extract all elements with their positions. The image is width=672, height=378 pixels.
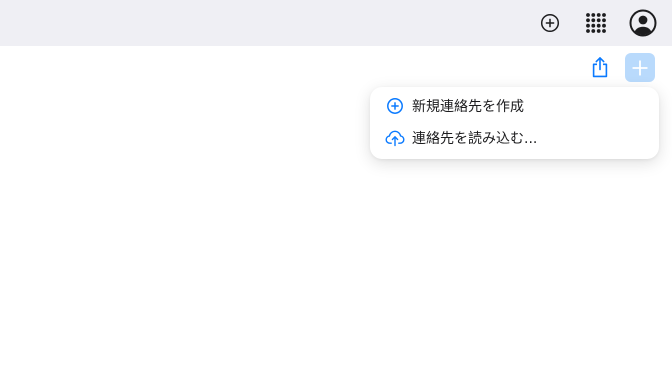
add-contact-button[interactable]: [625, 53, 655, 82]
add-menu-popover: 新規連絡先を作成 連絡先を読み込む...: [370, 87, 659, 159]
share-button[interactable]: [586, 53, 614, 81]
cloud-upload-icon: [385, 128, 405, 148]
top-toolbar: [0, 0, 672, 46]
menu-item-import-contacts[interactable]: 連絡先を読み込む...: [370, 122, 659, 154]
menu-item-label: 連絡先を読み込む...: [412, 131, 538, 147]
account-icon[interactable]: [627, 7, 659, 39]
share-icon: [592, 57, 608, 78]
plus-icon: [632, 59, 648, 76]
add-circle-icon[interactable]: [534, 7, 566, 39]
apps-grid-icon[interactable]: [580, 7, 612, 39]
add-circle-icon: [385, 96, 405, 116]
menu-item-new-contact[interactable]: 新規連絡先を作成: [370, 90, 659, 122]
menu-item-label: 新規連絡先を作成: [412, 99, 524, 115]
